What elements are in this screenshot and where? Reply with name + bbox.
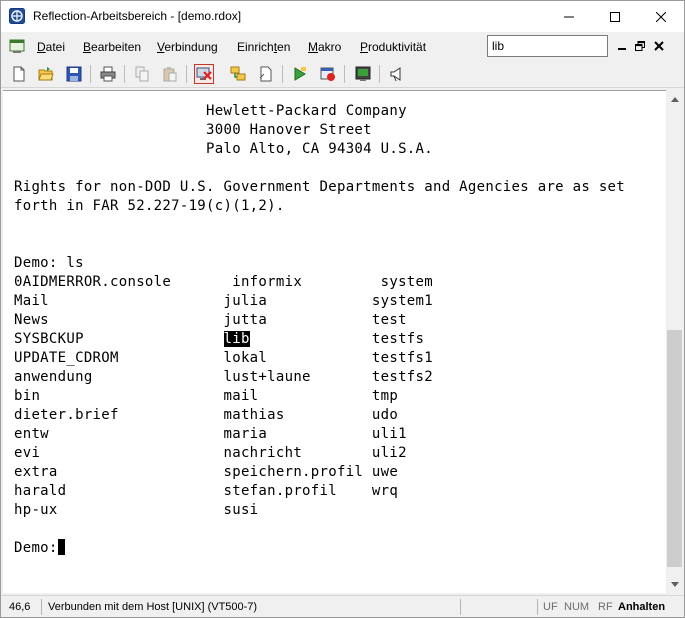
terminal-line: Hewlett-Packard Company: [14, 102, 407, 121]
close-button[interactable]: [638, 1, 684, 32]
toolbar-separator: [379, 65, 380, 83]
terminal-line-text: Demo: ls: [14, 255, 84, 271]
announce-icon[interactable]: [387, 64, 407, 84]
menu-bearbeiten[interactable]: Bearbeiten: [83, 40, 141, 54]
terminal-line-text: Rights for non-DOD U.S. Government Depar…: [14, 179, 626, 195]
app-window: Reflection-Arbeitsbereich - [demo.rdox] …: [0, 0, 685, 618]
terminal-line-text: 0AIDMERROR.console informix system: [14, 274, 433, 290]
scrollbar-thumb[interactable]: [667, 330, 682, 567]
terminal-line-text: testfs: [249, 331, 425, 347]
document-menu-icon[interactable]: [9, 38, 25, 54]
terminal-line-text: Hewlett-Packard Company: [14, 103, 407, 119]
terminal-line: SYSBCKUP lib testfs: [14, 330, 424, 349]
toolbar-separator: [282, 65, 283, 83]
terminal-line: hp-ux susi: [14, 501, 258, 520]
terminal-line-text: SYSBCKUP: [14, 331, 224, 347]
terminal-line-text: Palo Alto, CA 94304 U.S.A.: [14, 141, 433, 157]
macro-run-icon[interactable]: [290, 64, 310, 84]
terminal-line: Demo:: [14, 539, 65, 558]
terminal-line-text: News jutta test: [14, 312, 407, 328]
toolbar-separator: [186, 65, 187, 83]
title-bar: Reflection-Arbeitsbereich - [demo.rdox]: [1, 1, 684, 32]
page-setup-icon[interactable]: [256, 64, 276, 84]
minimize-button[interactable]: [546, 1, 592, 32]
terminal-line: News jutta test: [14, 311, 407, 330]
terminal-line: 0AIDMERROR.console informix system: [14, 273, 433, 292]
search-highlight: lib: [223, 331, 250, 347]
menu-datei[interactable]: Datei: [37, 40, 65, 54]
terminal-line-text: anwendung lust+laune testfs2: [14, 369, 433, 385]
connect-icon[interactable]: [228, 64, 248, 84]
terminal-line: anwendung lust+laune testfs2: [14, 368, 433, 387]
terminal-line-text: Mail julia system1: [14, 293, 433, 309]
menu-bar: Datei Bearbeiten Verbindung Einrichten M…: [1, 32, 684, 60]
terminal-line-text: bin mail tmp: [14, 388, 399, 404]
search-input[interactable]: [487, 35, 608, 57]
macro-stop-icon[interactable]: [318, 64, 338, 84]
terminal-line-text: forth in FAR 52.227-19(c)(1,2).: [14, 198, 285, 214]
vertical-scrollbar[interactable]: [666, 90, 683, 593]
scroll-up-icon[interactable]: [666, 90, 683, 107]
terminal-line: Rights for non-DOD U.S. Government Depar…: [14, 178, 625, 197]
terminal-line: Palo Alto, CA 94304 U.S.A.: [14, 140, 433, 159]
terminal-line-text: entw maria uli1: [14, 426, 407, 442]
terminal-line: bin mail tmp: [14, 387, 398, 406]
terminal-cursor: [57, 539, 65, 555]
terminal-line-text: UPDATE_CDROM lokal testfs1: [14, 350, 433, 366]
hold-indicator: Anhalten: [618, 601, 666, 613]
mdi-restore-icon[interactable]: [632, 38, 648, 54]
terminal-line: Demo: ls: [14, 254, 84, 273]
new-icon[interactable]: [9, 64, 29, 84]
terminal-line: UPDATE_CDROM lokal testfs1: [14, 349, 433, 368]
status-bar: 46,6 Verbunden mit dem Host [UNIX] (VT50…: [1, 595, 684, 617]
menu-verbindung[interactable]: Verbindung: [157, 40, 218, 54]
menu-produktivitaet[interactable]: Produktivität: [360, 40, 426, 54]
toolbar: [1, 60, 684, 88]
maximize-button[interactable]: [592, 1, 638, 32]
status-separator: [460, 599, 461, 615]
terminal-line: harald stefan.profil wrq: [14, 482, 398, 501]
terminal-line-text: harald stefan.profil wrq: [14, 483, 399, 499]
terminal-line-text: hp-ux susi: [14, 502, 259, 518]
terminal-line: evi nachricht uli2: [14, 444, 407, 463]
uf-indicator: UF: [543, 601, 558, 613]
terminal-line-text: Demo:: [14, 540, 58, 556]
terminal-line: Mail julia system1: [14, 292, 433, 311]
cursor-position: 46,6: [9, 601, 31, 613]
mdi-close-icon[interactable]: [651, 38, 667, 54]
disconnect-icon[interactable]: [194, 64, 214, 84]
scroll-down-icon[interactable]: [666, 576, 683, 593]
reflection-app-icon[interactable]: [9, 8, 25, 24]
terminal-line-text: extra speichern.profil uwe: [14, 464, 399, 480]
status-separator: [41, 599, 42, 615]
status-separator: [537, 599, 538, 615]
terminal-line: entw maria uli1: [14, 425, 407, 444]
num-indicator: NUM: [564, 601, 590, 613]
terminal-line: extra speichern.profil uwe: [14, 463, 398, 482]
menu-einrichten[interactable]: Einrichten: [237, 40, 290, 54]
terminal-line: dieter.brief mathias udo: [14, 406, 398, 425]
terminal-line: 3000 Hanover Street: [14, 121, 372, 140]
terminal-line-text: dieter.brief mathias udo: [14, 407, 399, 423]
rf-indicator: RF: [598, 601, 613, 613]
mdi-minimize-icon[interactable]: [614, 38, 630, 54]
copy-icon[interactable]: [132, 64, 152, 84]
menu-makro[interactable]: Makro: [308, 40, 341, 54]
toolbar-separator: [124, 65, 125, 83]
terminal-line-text: 3000 Hanover Street: [14, 122, 372, 138]
terminal-screen[interactable]: Hewlett-Packard Company 3000 Hanover Str…: [3, 90, 666, 593]
save-icon[interactable]: [64, 64, 84, 84]
print-icon[interactable]: [98, 64, 118, 84]
open-icon[interactable]: [36, 64, 56, 84]
window-title: Reflection-Arbeitsbereich - [demo.rdox]: [33, 9, 242, 23]
toolbar-separator: [344, 65, 345, 83]
terminal-line: forth in FAR 52.227-19(c)(1,2).: [14, 197, 285, 216]
capture-icon[interactable]: [353, 64, 373, 84]
paste-icon[interactable]: [160, 64, 180, 84]
toolbar-separator: [90, 65, 91, 83]
connection-status: Verbunden mit dem Host [UNIX] (VT500-7): [48, 601, 258, 613]
terminal-line-text: evi nachricht uli2: [14, 445, 407, 461]
